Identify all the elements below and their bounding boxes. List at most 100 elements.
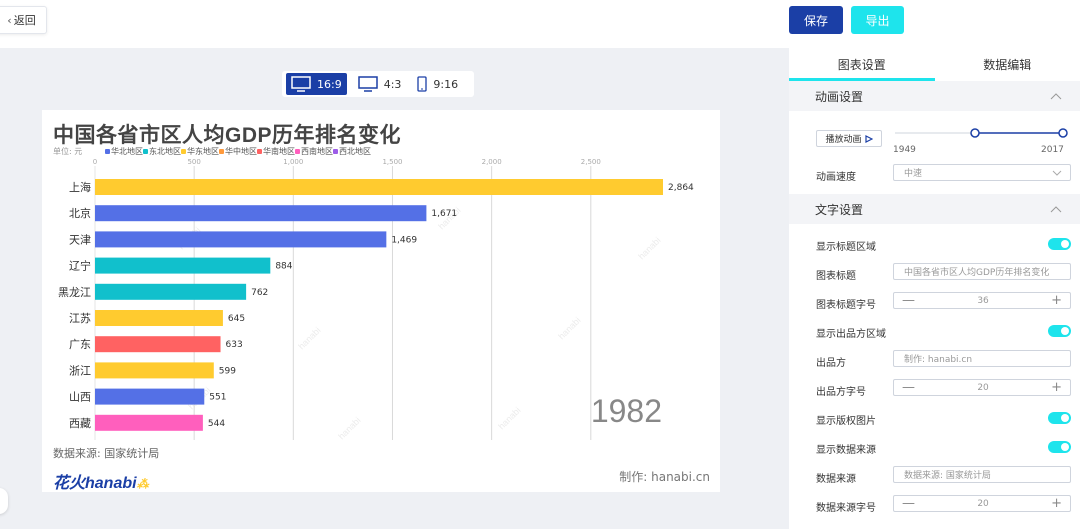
- legend-item: 西北地区: [333, 146, 371, 157]
- chart-title-input[interactable]: 中国各省市区人均GDP历年排名变化: [893, 263, 1071, 280]
- chart-title-label: 图表标题: [816, 271, 856, 282]
- category-label: 天津: [69, 233, 91, 246]
- category-label: 江苏: [69, 312, 91, 325]
- ratio-label: 16:9: [317, 77, 342, 91]
- animation-settings-header[interactable]: 动画设置: [789, 81, 1080, 111]
- bar: [95, 388, 205, 405]
- producer-font-size-stepper[interactable]: — 20 +: [893, 379, 1071, 396]
- watermark: hanabi: [556, 315, 582, 341]
- show-title-area-label: 显示标题区域: [816, 242, 876, 253]
- value-label: 762: [251, 288, 268, 298]
- ratio-option-4-3[interactable]: 4:3: [353, 73, 407, 95]
- minus-button[interactable]: —: [902, 294, 915, 307]
- save-button[interactable]: 保存: [789, 6, 843, 34]
- watermark: hanabi: [636, 235, 662, 261]
- title-font-size-stepper[interactable]: — 36 +: [893, 292, 1071, 309]
- legend-label: 华北地区: [111, 147, 143, 156]
- legend-label: 东北地区: [149, 147, 181, 156]
- legend-label: 华中地区: [225, 147, 257, 156]
- chevron-up-icon: [1050, 93, 1062, 100]
- legend-label: 华南地区: [263, 147, 295, 156]
- producer-label: 出品方: [816, 358, 846, 369]
- legend-label: 华东地区: [187, 147, 219, 156]
- export-button[interactable]: 导出: [851, 6, 904, 34]
- legend-swatch: [333, 149, 338, 154]
- watermark: hanabi: [496, 405, 522, 431]
- chart-legend: 华北地区 东北地区 华东地区 华中地区 华南地区 西南地区 西北地区: [105, 146, 371, 157]
- value-label: 544: [208, 419, 225, 429]
- tab-chart-settings[interactable]: 图表设置: [789, 48, 935, 81]
- stepper-value: 36: [977, 295, 989, 306]
- legend-item: 华东地区: [181, 146, 219, 157]
- show-title-area-toggle[interactable]: [1048, 238, 1071, 250]
- slider-end-year: 2017: [1041, 145, 1064, 155]
- legend-swatch: [295, 149, 300, 154]
- legend-label: 西南地区: [301, 147, 333, 156]
- text-settings-header[interactable]: 文字设置: [789, 194, 1080, 224]
- data-source-font-size-stepper[interactable]: — 20 +: [893, 495, 1071, 512]
- legend-swatch: [181, 149, 186, 154]
- show-data-source-label: 显示数据来源: [816, 445, 876, 456]
- legend-item: 东北地区: [143, 146, 181, 157]
- watermark: hanabi: [296, 325, 322, 351]
- x-tick-label: 1,000: [283, 158, 303, 166]
- ratio-option-16-9[interactable]: 16:9: [286, 73, 347, 95]
- producer-input[interactable]: 制作: hanabi.cn: [893, 350, 1071, 367]
- ratio-label: 4:3: [383, 77, 402, 91]
- bar-chart: hanabihanabihanabihanabihanabihanabihana…: [58, 158, 694, 441]
- legend-item: 西南地区: [295, 146, 333, 157]
- legend-item: 华北地区: [105, 146, 143, 157]
- year-label: 1982: [591, 393, 662, 429]
- phone-icon: [417, 76, 428, 92]
- plus-button[interactable]: +: [1051, 497, 1062, 510]
- monitor-icon: [291, 76, 311, 92]
- category-label: 北京: [69, 206, 91, 220]
- category-label: 黑龙江: [58, 286, 91, 299]
- legend-swatch: [257, 149, 262, 154]
- bar: [95, 257, 271, 274]
- producer-text: 制作: hanabi.cn: [619, 470, 710, 484]
- legend-item: 华中地区: [219, 146, 257, 157]
- show-data-source-toggle[interactable]: [1048, 441, 1071, 453]
- scroll-handle[interactable]: [0, 488, 8, 514]
- x-tick-label: 2,000: [482, 158, 502, 166]
- ratio-option-9-16[interactable]: 9:16: [412, 73, 463, 95]
- tab-data-edit[interactable]: 数据编辑: [935, 48, 1080, 81]
- stepper-value: 20: [977, 498, 989, 509]
- minus-button[interactable]: —: [902, 381, 915, 394]
- category-label: 上海: [69, 180, 91, 194]
- category-label: 西藏: [69, 417, 91, 430]
- section-title: 文字设置: [815, 202, 864, 217]
- data-source-input[interactable]: 数据来源: 国家统计局: [893, 466, 1071, 483]
- back-button[interactable]: ‹ 返回: [0, 6, 47, 34]
- value-label: 645: [228, 314, 245, 324]
- speed-label: 动画速度: [816, 172, 856, 183]
- show-producer-area-label: 显示出品方区域: [816, 329, 886, 340]
- chevron-left-icon: ‹: [7, 13, 12, 27]
- value-label: 633: [226, 340, 243, 350]
- slider-start-year: 1949: [893, 145, 916, 155]
- plus-button[interactable]: +: [1051, 381, 1062, 394]
- plus-button[interactable]: +: [1051, 294, 1062, 307]
- data-source-label: 数据来源: [816, 474, 856, 485]
- chevron-up-icon: [1050, 206, 1062, 213]
- settings-panel: 图表设置 数据编辑 动画设置 播放动画 1949 2017 动画速度 中速 文字…: [789, 48, 1080, 529]
- data-source-text: 数据来源: 国家统计局: [53, 447, 160, 460]
- value-label: 551: [209, 393, 226, 403]
- minus-button[interactable]: —: [902, 497, 915, 510]
- play-animation-button[interactable]: 播放动画: [816, 130, 882, 147]
- speed-select[interactable]: 中速: [893, 164, 1071, 181]
- x-tick-label: 1,500: [382, 158, 402, 166]
- legend-label: 西北地区: [339, 147, 371, 156]
- hanabi-logo: 花火hanabi⁂: [53, 475, 149, 492]
- legend-swatch: [105, 149, 110, 154]
- year-range-slider[interactable]: [889, 126, 1069, 140]
- category-label: 山西: [69, 391, 91, 404]
- show-copyright-image-toggle[interactable]: [1048, 412, 1071, 424]
- category-label: 广东: [69, 338, 91, 351]
- play-icon: [864, 134, 873, 143]
- x-tick-label: 0: [93, 158, 97, 166]
- category-label: 辽宁: [69, 259, 91, 273]
- show-producer-area-toggle[interactable]: [1048, 325, 1071, 337]
- value-label: 1,469: [391, 235, 417, 245]
